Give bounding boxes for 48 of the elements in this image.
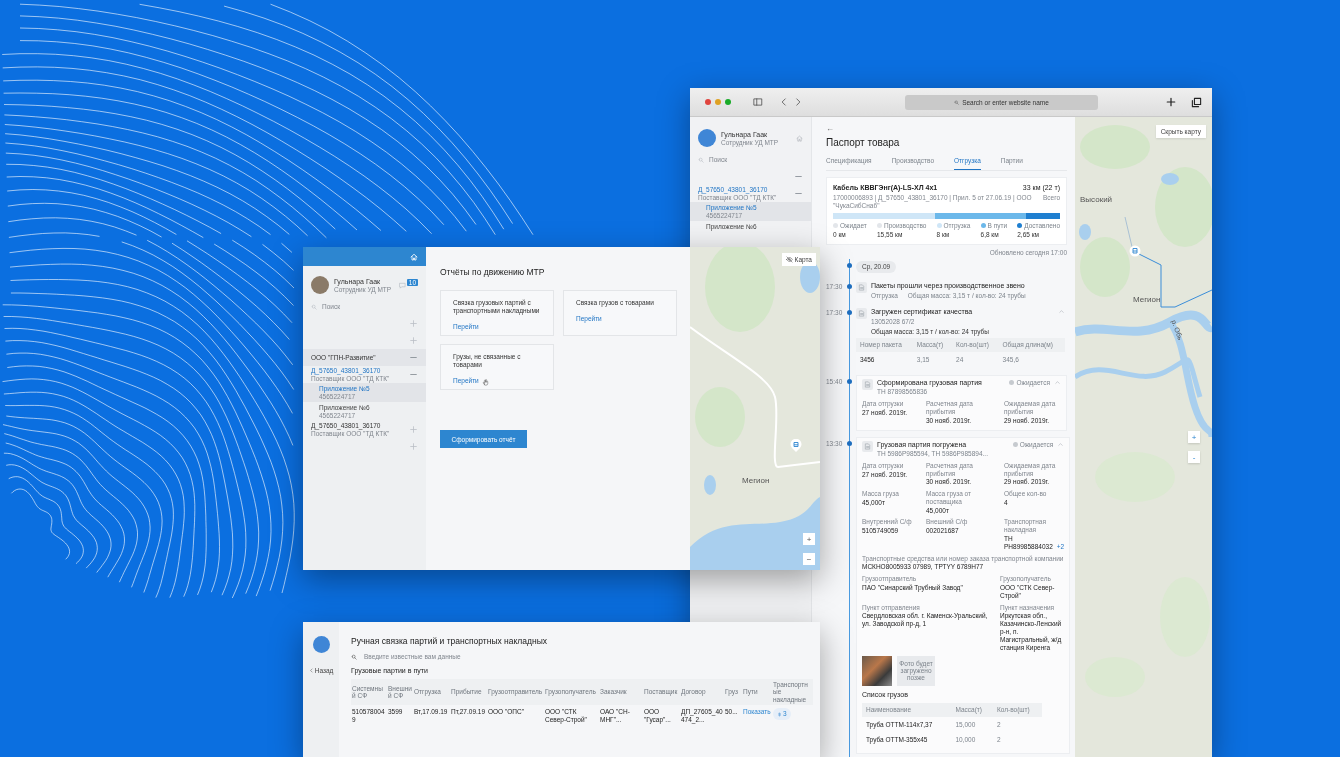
zoom-in-button[interactable]: + xyxy=(803,533,815,545)
collapse-icon[interactable] xyxy=(1058,308,1065,316)
avatar xyxy=(698,129,716,147)
search-icon xyxy=(698,156,704,163)
map-marker-icon[interactable] xyxy=(1129,245,1141,257)
home-icon[interactable] xyxy=(796,134,803,142)
chevron-left-icon xyxy=(308,668,314,673)
zoom-out-button[interactable]: − xyxy=(803,553,815,565)
maximize-button[interactable] xyxy=(725,99,731,105)
page-title: Отчёты по движению МТР xyxy=(440,267,546,277)
map-label: Мегион xyxy=(1133,295,1161,304)
map-marker-icon[interactable] xyxy=(790,439,802,453)
status-dot xyxy=(1009,380,1015,386)
status-dot xyxy=(1012,441,1018,447)
timeline-dot xyxy=(847,440,852,446)
eye-off-icon xyxy=(785,256,793,263)
avatar xyxy=(311,276,329,294)
page-title: Ручная связка партий и транспортных накладных xyxy=(351,636,549,646)
minimize-button[interactable] xyxy=(715,99,721,105)
timeline-dot xyxy=(847,263,852,269)
forward-icon[interactable] xyxy=(793,97,803,107)
collapse-icon[interactable] xyxy=(1054,378,1061,386)
expand-icon[interactable] xyxy=(409,336,418,345)
expand-icon[interactable] xyxy=(409,442,418,451)
timeline-dot xyxy=(847,284,852,290)
expand-icon[interactable] xyxy=(409,425,418,434)
search-icon xyxy=(954,99,960,105)
close-button[interactable] xyxy=(705,99,711,105)
photo-placeholder xyxy=(862,656,892,687)
map-label: Высокий xyxy=(1080,195,1113,204)
new-tab-icon[interactable] xyxy=(1165,96,1177,108)
back-button[interactable]: ← xyxy=(826,125,834,133)
timeline-dot xyxy=(847,378,852,384)
avatar xyxy=(312,636,330,653)
expand-icon[interactable] xyxy=(409,319,418,328)
search-icon xyxy=(311,303,317,310)
sidebar-toggle-icon[interactable] xyxy=(753,97,763,107)
timeline-dot xyxy=(847,310,852,316)
zoom-out-button[interactable]: - xyxy=(1188,451,1200,463)
tabs-icon[interactable] xyxy=(1191,96,1202,108)
paperclip-icon xyxy=(777,711,782,717)
back-icon[interactable] xyxy=(779,97,789,107)
messages-icon[interactable] xyxy=(398,281,406,289)
page-title: Паспорт товара xyxy=(826,137,901,149)
collapse-icon[interactable] xyxy=(1057,440,1065,448)
map-label: Мегион xyxy=(742,476,770,485)
zoom-in-button[interactable]: + xyxy=(1188,431,1200,443)
search-icon xyxy=(351,653,357,660)
